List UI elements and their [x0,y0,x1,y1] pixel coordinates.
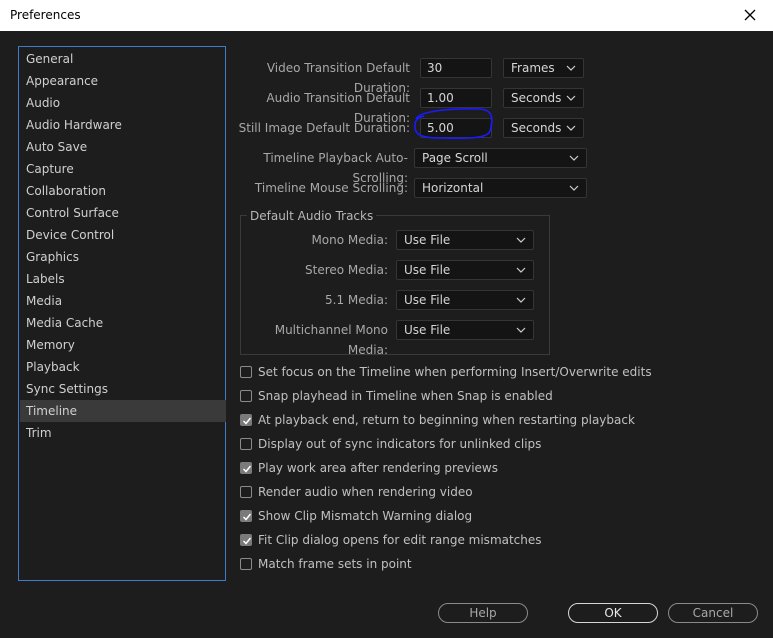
sidebar-item-media-cache[interactable]: Media Cache [20,312,226,334]
help-button[interactable]: Help [438,603,528,623]
close-button[interactable] [727,0,773,31]
checkbox-label: Set focus on the Timeline when performin… [258,365,652,379]
checkbox-label: Display out of sync indicators for unlin… [258,437,542,451]
mouse-scrolling-value: Horizontal [422,181,484,195]
sidebar-item-timeline[interactable]: Timeline [20,400,226,422]
sidebar-item-sync-settings[interactable]: Sync Settings [20,378,226,400]
sidebar-item-media[interactable]: Media [20,290,226,312]
stereo-media-value: Use File [404,263,451,277]
checkbox[interactable] [240,390,252,402]
sidebar-item-trim[interactable]: Trim [20,422,226,444]
checkbox-label: Snap playhead in Timeline when Snap is e… [258,389,553,403]
close-icon [744,5,756,26]
checkmark-icon [242,537,252,545]
sidebar-item-auto-save[interactable]: Auto Save [20,136,226,158]
chevron-down-icon [566,63,576,73]
chevron-down-icon [516,295,526,305]
sidebar-item-collaboration[interactable]: Collaboration [20,180,226,202]
auto-scrolling-label: Timeline Playback Auto-Scrolling: [263,151,408,185]
checkbox[interactable] [240,486,252,498]
sidebar-item-audio-hardware[interactable]: Audio Hardware [20,114,226,136]
video-transition-unit-value: Frames [511,61,555,75]
video-transition-unit-dropdown[interactable]: Frames [503,58,584,78]
mono-media-label: Mono Media: [311,233,388,247]
multichannel-media-label: Multichannel Mono Media: [274,323,388,357]
preferences-category-list[interactable]: General Appearance Audio Audio Hardware … [18,46,226,581]
sidebar-item-device-control[interactable]: Device Control [20,224,226,246]
checkbox-label: At playback end, return to beginning whe… [258,413,635,427]
cancel-button[interactable]: Cancel [668,603,758,623]
checkbox-label: Render audio when rendering video [258,485,473,499]
checkbox[interactable] [240,558,252,570]
chevron-down-icon [566,93,576,103]
checkmark-icon [242,417,252,425]
chevron-down-icon [516,265,526,275]
mono-media-value: Use File [404,233,451,247]
sidebar-item-general[interactable]: General [20,48,226,70]
audio-transition-input[interactable]: 1.00 [420,88,492,108]
surround-media-value: Use File [404,293,451,307]
surround-media-dropdown[interactable]: Use File [396,290,534,310]
default-audio-tracks-title: Default Audio Tracks [247,208,377,224]
sidebar-item-memory[interactable]: Memory [20,334,226,356]
still-image-label: Still Image Default Duration: [238,121,410,135]
sidebar-item-appearance[interactable]: Appearance [20,70,226,92]
mono-media-dropdown[interactable]: Use File [396,230,534,250]
checkmark-icon [242,465,252,473]
sidebar-item-control-surface[interactable]: Control Surface [20,202,226,224]
sidebar-item-playback[interactable]: Playback [20,356,226,378]
chevron-down-icon [569,153,579,163]
chevron-down-icon [516,235,526,245]
video-transition-input[interactable]: 30 [420,58,492,78]
still-image-unit-value: Seconds [511,121,562,135]
chevron-down-icon [566,123,576,133]
chevron-down-icon [516,325,526,335]
stereo-media-dropdown[interactable]: Use File [396,260,534,280]
checkbox[interactable] [240,414,252,426]
video-transition-label: Video Transition Default Duration: [266,61,410,95]
checkbox[interactable] [240,366,252,378]
sidebar-item-capture[interactable]: Capture [20,158,226,180]
checkbox-label: Play work area after rendering previews [258,461,498,475]
auto-scrolling-value: Page Scroll [422,151,488,165]
checkbox-label: Fit Clip dialog opens for edit range mis… [258,533,542,547]
surround-media-label: 5.1 Media: [325,293,388,307]
sidebar-item-graphics[interactable]: Graphics [20,246,226,268]
checkbox-label: Show Clip Mismatch Warning dialog [258,509,473,523]
title-bar: Preferences [0,0,773,31]
still-image-unit-dropdown[interactable]: Seconds [503,118,584,138]
checkbox[interactable] [240,438,252,450]
checkmark-icon [242,513,252,521]
checkbox[interactable] [240,510,252,522]
ok-button[interactable]: OK [568,603,658,623]
auto-scrolling-dropdown[interactable]: Page Scroll [414,148,587,168]
stereo-media-label: Stereo Media: [305,263,388,277]
checkbox[interactable] [240,462,252,474]
sidebar-item-audio[interactable]: Audio [20,92,226,114]
audio-transition-label: Audio Transition Default Duration: [266,91,410,125]
mouse-scrolling-label: Timeline Mouse Scrolling: [254,181,408,195]
chevron-down-icon [569,183,579,193]
checkbox[interactable] [240,534,252,546]
mouse-scrolling-dropdown[interactable]: Horizontal [414,178,587,198]
sidebar-item-labels[interactable]: Labels [20,268,226,290]
audio-transition-unit-dropdown[interactable]: Seconds [503,88,584,108]
multichannel-media-dropdown[interactable]: Use File [396,320,534,340]
still-image-input[interactable]: 5.00 [420,118,492,138]
multichannel-media-value: Use File [404,323,451,337]
window-title: Preferences [10,8,81,22]
audio-transition-unit-value: Seconds [511,91,562,105]
checkbox-label: Match frame sets in point [258,557,412,571]
